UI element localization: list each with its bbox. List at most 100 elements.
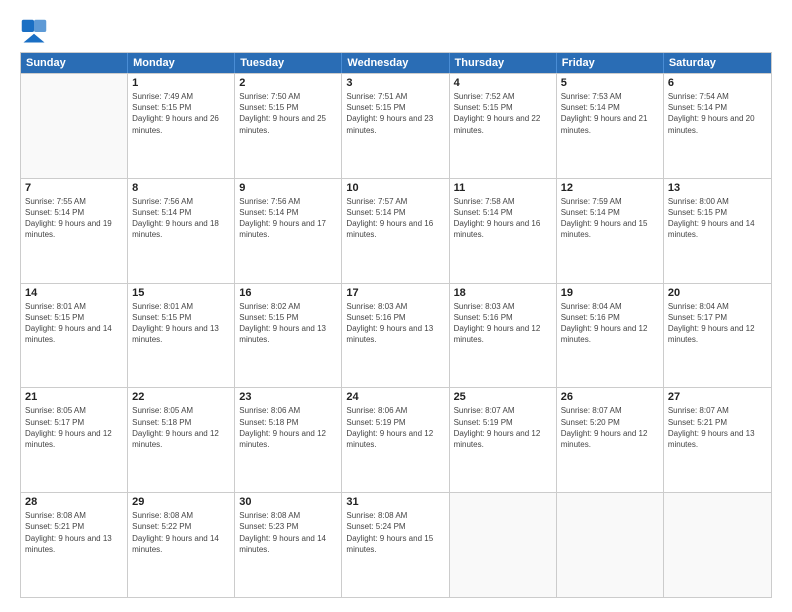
calendar: SundayMondayTuesdayWednesdayThursdayFrid… [20, 52, 772, 598]
day-info: Sunrise: 8:08 AMSunset: 5:21 PMDaylight:… [25, 510, 123, 555]
col-header-tuesday: Tuesday [235, 53, 342, 73]
day-cell-27: 27 Sunrise: 8:07 AMSunset: 5:21 PMDayligh… [664, 388, 771, 492]
day-info: Sunrise: 8:03 AMSunset: 5:16 PMDaylight:… [346, 301, 444, 346]
day-cell-7: 7Sunrise: 7:55 AMSunset: 5:14 PMDaylight… [21, 179, 128, 283]
day-number: 7 [25, 182, 123, 194]
day-cell-1: 1 Sunrise: 7:49 AMSunset: 5:15 PMDaylight… [128, 74, 235, 178]
day-cell-10: 10 Sunrise: 7:57 AMSunset: 5:14 PMDayligh… [342, 179, 449, 283]
day-info: Sunrise: 7:53 AMSunset: 5:14 PMDaylight:… [561, 91, 659, 136]
logo-icon [20, 18, 48, 46]
day-cell-2: 2Sunrise: 7:50 AMSunset: 5:15 PMDaylight… [235, 74, 342, 178]
day-cell-8: 8 Sunrise: 7:56 AMSunset: 5:14 PMDaylight… [128, 179, 235, 283]
day-cell-23: 23 Sunrise: 8:06 AMSunset: 5:18 PMDayligh… [235, 388, 342, 492]
week-row-2: 7Sunrise: 7:55 AMSunset: 5:14 PMDaylight… [21, 178, 771, 283]
day-cell-15: 15 Sunrise: 8:01 AMSunset: 5:15 PMDayligh… [128, 284, 235, 388]
col-header-friday: Friday [557, 53, 664, 73]
day-info: Sunrise: 8:01 AMSunset: 5:15 PMDaylight:… [132, 301, 230, 346]
day-cell-29: 29 Sunrise: 8:08 AMSunset: 5:22 PMDayligh… [128, 493, 235, 597]
day-number: 16 [239, 287, 337, 299]
day-number: 15 [132, 287, 230, 299]
day-info: Sunrise: 8:04 AMSunset: 5:16 PMDaylight:… [561, 301, 659, 346]
day-info: Sunrise: 7:56 AMSunset: 5:14 PMDaylight:… [132, 196, 230, 241]
day-cell-25: 25Sunrise: 8:07 AMSunset: 5:19 PMDayligh… [450, 388, 557, 492]
day-info: Sunrise: 7:54 AMSunset: 5:14 PMDaylight:… [668, 91, 767, 136]
day-cell-19: 19 Sunrise: 8:04 AMSunset: 5:16 PMDayligh… [557, 284, 664, 388]
day-info: Sunrise: 7:49 AMSunset: 5:15 PMDaylight:… [132, 91, 230, 136]
day-number: 14 [25, 287, 123, 299]
day-number: 18 [454, 287, 552, 299]
day-number: 23 [239, 391, 337, 403]
day-info: Sunrise: 8:00 AMSunset: 5:15 PMDaylight:… [668, 196, 767, 241]
day-cell-16: 16Sunrise: 8:02 AMSunset: 5:15 PMDayligh… [235, 284, 342, 388]
day-number: 29 [132, 496, 230, 508]
day-info: Sunrise: 8:08 AMSunset: 5:24 PMDaylight:… [346, 510, 444, 555]
day-number: 10 [346, 182, 444, 194]
day-cell-12: 12 Sunrise: 7:59 AMSunset: 5:14 PMDayligh… [557, 179, 664, 283]
day-cell-21: 21 Sunrise: 8:05 AMSunset: 5:17 PMDayligh… [21, 388, 128, 492]
week-row-5: 28 Sunrise: 8:08 AMSunset: 5:21 PMDayligh… [21, 492, 771, 597]
day-info: Sunrise: 8:07 AMSunset: 5:20 PMDaylight:… [561, 405, 659, 450]
day-cell-9: 9Sunrise: 7:56 AMSunset: 5:14 PMDaylight… [235, 179, 342, 283]
empty-cell [450, 493, 557, 597]
day-number: 21 [25, 391, 123, 403]
day-number: 11 [454, 182, 552, 194]
day-number: 6 [668, 77, 767, 89]
day-cell-11: 11 Sunrise: 7:58 AMSunset: 5:14 PMDayligh… [450, 179, 557, 283]
day-cell-3: 3Sunrise: 7:51 AMSunset: 5:15 PMDaylight… [342, 74, 449, 178]
day-number: 5 [561, 77, 659, 89]
day-cell-24: 24 Sunrise: 8:06 AMSunset: 5:19 PMDayligh… [342, 388, 449, 492]
day-number: 30 [239, 496, 337, 508]
day-number: 20 [668, 287, 767, 299]
day-info: Sunrise: 7:59 AMSunset: 5:14 PMDaylight:… [561, 196, 659, 241]
day-info: Sunrise: 8:03 AMSunset: 5:16 PMDaylight:… [454, 301, 552, 346]
empty-cell [557, 493, 664, 597]
col-header-thursday: Thursday [450, 53, 557, 73]
day-number: 27 [668, 391, 767, 403]
day-number: 17 [346, 287, 444, 299]
day-number: 3 [346, 77, 444, 89]
day-number: 8 [132, 182, 230, 194]
day-number: 2 [239, 77, 337, 89]
day-number: 12 [561, 182, 659, 194]
week-row-3: 14 Sunrise: 8:01 AMSunset: 5:15 PMDayligh… [21, 283, 771, 388]
day-number: 25 [454, 391, 552, 403]
day-info: Sunrise: 8:06 AMSunset: 5:19 PMDaylight:… [346, 405, 444, 450]
day-info: Sunrise: 8:08 AMSunset: 5:23 PMDaylight:… [239, 510, 337, 555]
col-header-saturday: Saturday [664, 53, 771, 73]
day-info: Sunrise: 8:08 AMSunset: 5:22 PMDaylight:… [132, 510, 230, 555]
week-row-4: 21 Sunrise: 8:05 AMSunset: 5:17 PMDayligh… [21, 387, 771, 492]
day-info: Sunrise: 8:01 AMSunset: 5:15 PMDaylight:… [25, 301, 123, 346]
day-number: 4 [454, 77, 552, 89]
day-cell-31: 31 Sunrise: 8:08 AMSunset: 5:24 PMDayligh… [342, 493, 449, 597]
col-header-sunday: Sunday [21, 53, 128, 73]
day-number: 28 [25, 496, 123, 508]
day-cell-18: 18 Sunrise: 8:03 AMSunset: 5:16 PMDayligh… [450, 284, 557, 388]
col-header-monday: Monday [128, 53, 235, 73]
empty-cell [21, 74, 128, 178]
logo [20, 18, 52, 46]
col-header-wednesday: Wednesday [342, 53, 449, 73]
day-info: Sunrise: 8:05 AMSunset: 5:17 PMDaylight:… [25, 405, 123, 450]
day-cell-13: 13 Sunrise: 8:00 AMSunset: 5:15 PMDayligh… [664, 179, 771, 283]
day-cell-4: 4 Sunrise: 7:52 AMSunset: 5:15 PMDaylight… [450, 74, 557, 178]
day-info: Sunrise: 7:57 AMSunset: 5:14 PMDaylight:… [346, 196, 444, 241]
day-number: 24 [346, 391, 444, 403]
day-cell-14: 14 Sunrise: 8:01 AMSunset: 5:15 PMDayligh… [21, 284, 128, 388]
day-info: Sunrise: 7:58 AMSunset: 5:14 PMDaylight:… [454, 196, 552, 241]
day-number: 13 [668, 182, 767, 194]
day-number: 1 [132, 77, 230, 89]
day-cell-26: 26Sunrise: 8:07 AMSunset: 5:20 PMDayligh… [557, 388, 664, 492]
day-number: 31 [346, 496, 444, 508]
header [20, 18, 772, 46]
day-cell-28: 28 Sunrise: 8:08 AMSunset: 5:21 PMDayligh… [21, 493, 128, 597]
day-cell-5: 5 Sunrise: 7:53 AMSunset: 5:14 PMDaylight… [557, 74, 664, 178]
day-info: Sunrise: 8:07 AMSunset: 5:21 PMDaylight:… [668, 405, 767, 450]
day-info: Sunrise: 8:05 AMSunset: 5:18 PMDaylight:… [132, 405, 230, 450]
day-info: Sunrise: 8:06 AMSunset: 5:18 PMDaylight:… [239, 405, 337, 450]
day-info: Sunrise: 7:52 AMSunset: 5:15 PMDaylight:… [454, 91, 552, 136]
calendar-body: 1 Sunrise: 7:49 AMSunset: 5:15 PMDaylight… [21, 73, 771, 597]
day-number: 22 [132, 391, 230, 403]
day-number: 19 [561, 287, 659, 299]
empty-cell [664, 493, 771, 597]
day-number: 9 [239, 182, 337, 194]
